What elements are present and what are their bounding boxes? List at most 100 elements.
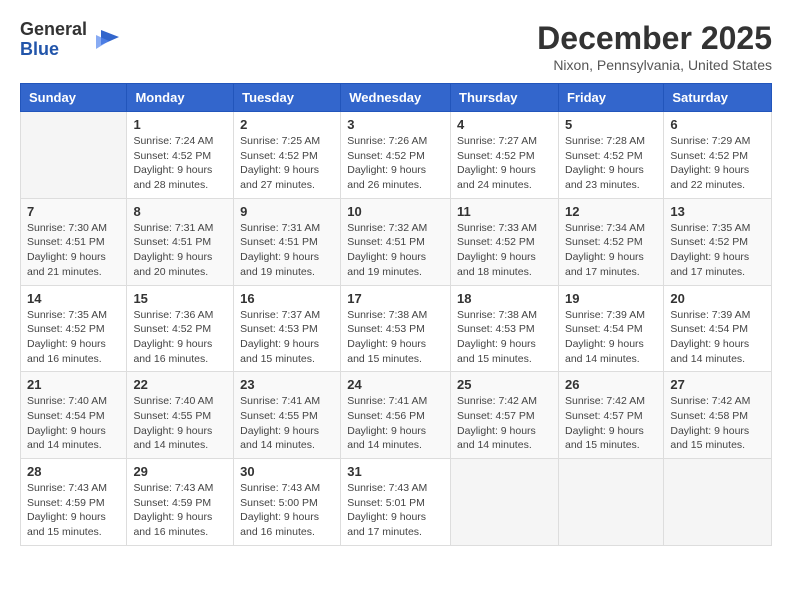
calendar-table: SundayMondayTuesdayWednesdayThursdayFrid…: [20, 83, 772, 546]
calendar-cell: 25 Sunrise: 7:42 AMSunset: 4:57 PMDayligh…: [451, 372, 559, 459]
day-number: 15: [133, 291, 227, 306]
logo-general-text: General: [20, 20, 87, 40]
logo: General Blue: [20, 20, 121, 60]
day-of-week-header: Wednesday: [341, 84, 451, 112]
calendar-cell: 10 Sunrise: 7:32 AMSunset: 4:51 PMDayligh…: [341, 198, 451, 285]
calendar-cell: 28Sunrise: 7:43 AMSunset: 4:59 PMDayligh…: [21, 459, 127, 546]
logo-icon: [91, 25, 121, 55]
day-number: 20: [670, 291, 765, 306]
location-subtitle: Nixon, Pennsylvania, United States: [537, 57, 772, 73]
day-number: 7: [27, 204, 120, 219]
cell-sun-info: Sunrise: 7:26 AMSunset: 4:52 PMDaylight:…: [347, 134, 444, 193]
calendar-cell: 15 Sunrise: 7:36 AMSunset: 4:52 PMDayligh…: [127, 285, 234, 372]
cell-sun-info: Sunrise: 7:43 AMSunset: 5:00 PMDaylight:…: [240, 481, 334, 540]
calendar-week-row: 1Sunrise: 7:24 AMSunset: 4:52 PMDaylight…: [21, 112, 772, 199]
cell-sun-info: Sunrise: 7:41 AMSunset: 4:55 PMDaylight:…: [240, 394, 334, 453]
day-number: 16: [240, 291, 334, 306]
calendar-cell: 20Sunrise: 7:39 AMSunset: 4:54 PMDayligh…: [664, 285, 772, 372]
calendar-cell: 27 Sunrise: 7:42 AMSunset: 4:58 PMDayligh…: [664, 372, 772, 459]
calendar-cell: 2 Sunrise: 7:25 AMSunset: 4:52 PMDaylight…: [234, 112, 341, 199]
day-number: 27: [670, 377, 765, 392]
day-of-week-header: Friday: [558, 84, 663, 112]
calendar-cell: 29 Sunrise: 7:43 AMSunset: 4:59 PMDayligh…: [127, 459, 234, 546]
calendar-cell: 24Sunrise: 7:41 AMSunset: 4:56 PMDayligh…: [341, 372, 451, 459]
cell-sun-info: Sunrise: 7:37 AMSunset: 4:53 PMDaylight:…: [240, 308, 334, 367]
day-number: 12: [565, 204, 657, 219]
cell-sun-info: Sunrise: 7:31 AMSunset: 4:51 PMDaylight:…: [133, 221, 227, 280]
day-number: 19: [565, 291, 657, 306]
calendar-cell: 26Sunrise: 7:42 AMSunset: 4:57 PMDayligh…: [558, 372, 663, 459]
calendar-week-row: 7Sunrise: 7:30 AMSunset: 4:51 PMDaylight…: [21, 198, 772, 285]
cell-sun-info: Sunrise: 7:38 AMSunset: 4:53 PMDaylight:…: [457, 308, 552, 367]
calendar-cell: [558, 459, 663, 546]
cell-sun-info: Sunrise: 7:42 AMSunset: 4:57 PMDaylight:…: [457, 394, 552, 453]
cell-sun-info: Sunrise: 7:43 AMSunset: 5:01 PMDaylight:…: [347, 481, 444, 540]
cell-sun-info: Sunrise: 7:31 AMSunset: 4:51 PMDaylight:…: [240, 221, 334, 280]
calendar-cell: 16 Sunrise: 7:37 AMSunset: 4:53 PMDayligh…: [234, 285, 341, 372]
cell-sun-info: Sunrise: 7:25 AMSunset: 4:52 PMDaylight:…: [240, 134, 334, 193]
day-number: 3: [347, 117, 444, 132]
calendar-header-row: SundayMondayTuesdayWednesdayThursdayFrid…: [21, 84, 772, 112]
cell-sun-info: Sunrise: 7:29 AMSunset: 4:52 PMDaylight:…: [670, 134, 765, 193]
cell-sun-info: Sunrise: 7:43 AMSunset: 4:59 PMDaylight:…: [133, 481, 227, 540]
cell-sun-info: Sunrise: 7:35 AMSunset: 4:52 PMDaylight:…: [27, 308, 120, 367]
calendar-cell: 5 Sunrise: 7:28 AMSunset: 4:52 PMDaylight…: [558, 112, 663, 199]
cell-sun-info: Sunrise: 7:36 AMSunset: 4:52 PMDaylight:…: [133, 308, 227, 367]
day-number: 2: [240, 117, 334, 132]
day-number: 14: [27, 291, 120, 306]
cell-sun-info: Sunrise: 7:27 AMSunset: 4:52 PMDaylight:…: [457, 134, 552, 193]
day-of-week-header: Thursday: [451, 84, 559, 112]
calendar-cell: 6 Sunrise: 7:29 AMSunset: 4:52 PMDaylight…: [664, 112, 772, 199]
calendar-cell: 18 Sunrise: 7:38 AMSunset: 4:53 PMDayligh…: [451, 285, 559, 372]
day-number: 13: [670, 204, 765, 219]
day-number: 18: [457, 291, 552, 306]
cell-sun-info: Sunrise: 7:38 AMSunset: 4:53 PMDaylight:…: [347, 308, 444, 367]
calendar-cell: [664, 459, 772, 546]
cell-sun-info: Sunrise: 7:35 AMSunset: 4:52 PMDaylight:…: [670, 221, 765, 280]
title-block: December 2025 Nixon, Pennsylvania, Unite…: [537, 20, 772, 73]
calendar-cell: 9Sunrise: 7:31 AMSunset: 4:51 PMDaylight…: [234, 198, 341, 285]
day-number: 4: [457, 117, 552, 132]
cell-sun-info: Sunrise: 7:24 AMSunset: 4:52 PMDaylight:…: [133, 134, 227, 193]
page-header: General Blue December 2025 Nixon, Pennsy…: [20, 20, 772, 73]
day-number: 6: [670, 117, 765, 132]
calendar-cell: 4 Sunrise: 7:27 AMSunset: 4:52 PMDaylight…: [451, 112, 559, 199]
day-number: 11: [457, 204, 552, 219]
day-number: 29: [133, 464, 227, 479]
logo-blue-text: Blue: [20, 40, 87, 60]
day-number: 25: [457, 377, 552, 392]
cell-sun-info: Sunrise: 7:32 AMSunset: 4:51 PMDaylight:…: [347, 221, 444, 280]
calendar-cell: [21, 112, 127, 199]
calendar-cell: 21 Sunrise: 7:40 AMSunset: 4:54 PMDayligh…: [21, 372, 127, 459]
calendar-cell: 1Sunrise: 7:24 AMSunset: 4:52 PMDaylight…: [127, 112, 234, 199]
calendar-week-row: 21 Sunrise: 7:40 AMSunset: 4:54 PMDayligh…: [21, 372, 772, 459]
cell-sun-info: Sunrise: 7:40 AMSunset: 4:54 PMDaylight:…: [27, 394, 120, 453]
day-of-week-header: Sunday: [21, 84, 127, 112]
day-number: 22: [133, 377, 227, 392]
cell-sun-info: Sunrise: 7:34 AMSunset: 4:52 PMDaylight:…: [565, 221, 657, 280]
cell-sun-info: Sunrise: 7:33 AMSunset: 4:52 PMDaylight:…: [457, 221, 552, 280]
calendar-cell: 17 Sunrise: 7:38 AMSunset: 4:53 PMDayligh…: [341, 285, 451, 372]
day-number: 21: [27, 377, 120, 392]
calendar-cell: 31Sunrise: 7:43 AMSunset: 5:01 PMDayligh…: [341, 459, 451, 546]
cell-sun-info: Sunrise: 7:41 AMSunset: 4:56 PMDaylight:…: [347, 394, 444, 453]
day-of-week-header: Saturday: [664, 84, 772, 112]
calendar-cell: [451, 459, 559, 546]
calendar-cell: 12 Sunrise: 7:34 AMSunset: 4:52 PMDayligh…: [558, 198, 663, 285]
calendar-cell: 8 Sunrise: 7:31 AMSunset: 4:51 PMDaylight…: [127, 198, 234, 285]
cell-sun-info: Sunrise: 7:42 AMSunset: 4:57 PMDaylight:…: [565, 394, 657, 453]
cell-sun-info: Sunrise: 7:43 AMSunset: 4:59 PMDaylight:…: [27, 481, 120, 540]
cell-sun-info: Sunrise: 7:28 AMSunset: 4:52 PMDaylight:…: [565, 134, 657, 193]
day-number: 17: [347, 291, 444, 306]
calendar-cell: 7Sunrise: 7:30 AMSunset: 4:51 PMDaylight…: [21, 198, 127, 285]
calendar-cell: 3 Sunrise: 7:26 AMSunset: 4:52 PMDaylight…: [341, 112, 451, 199]
calendar-cell: 14 Sunrise: 7:35 AMSunset: 4:52 PMDayligh…: [21, 285, 127, 372]
calendar-cell: 11 Sunrise: 7:33 AMSunset: 4:52 PMDayligh…: [451, 198, 559, 285]
calendar-cell: 19Sunrise: 7:39 AMSunset: 4:54 PMDayligh…: [558, 285, 663, 372]
cell-sun-info: Sunrise: 7:42 AMSunset: 4:58 PMDaylight:…: [670, 394, 765, 453]
day-of-week-header: Monday: [127, 84, 234, 112]
day-number: 10: [347, 204, 444, 219]
day-number: 8: [133, 204, 227, 219]
day-number: 5: [565, 117, 657, 132]
calendar-week-row: 28Sunrise: 7:43 AMSunset: 4:59 PMDayligh…: [21, 459, 772, 546]
